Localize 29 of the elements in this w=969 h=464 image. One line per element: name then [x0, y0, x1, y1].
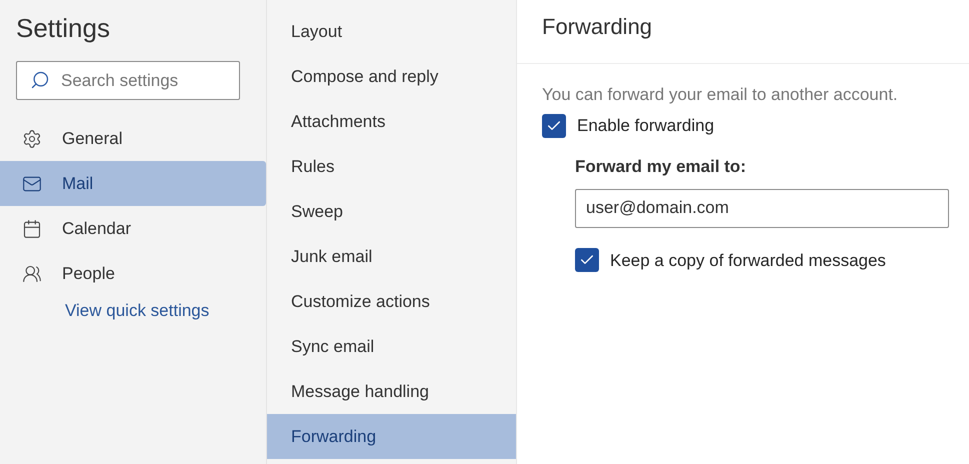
sidebar-item[interactable]: People	[0, 251, 266, 296]
submenu-item[interactable]: Message handling	[267, 369, 516, 414]
submenu-item[interactable]: Rules	[267, 144, 516, 189]
search-icon	[30, 70, 50, 90]
checkbox-label: Enable forwarding	[577, 115, 714, 137]
submenu-item[interactable]: Layout	[267, 9, 516, 54]
checkbox[interactable]	[542, 114, 566, 138]
calendar-icon	[22, 218, 42, 238]
gear-icon	[22, 128, 42, 148]
pane-title: Forwarding	[542, 13, 652, 41]
submenu-item[interactable]: Sweep	[267, 189, 516, 234]
checkbox[interactable]	[575, 248, 599, 272]
sidebar-item[interactable]: General	[0, 116, 266, 161]
sidebar-item[interactable]: Calendar	[0, 206, 266, 251]
submenu-item[interactable]: Customize actions	[267, 279, 516, 324]
sidebar-item[interactable]: Mail	[0, 161, 266, 206]
quick-settings-link[interactable]: View quick settings	[65, 299, 266, 323]
submenu-item[interactable]: Sync email	[267, 324, 516, 369]
description: You can forward your email to another account.	[542, 84, 899, 106]
field-label: Forward my email to:	[575, 156, 747, 178]
submenu-item[interactable]: Compose and reply	[267, 54, 516, 99]
search-field[interactable]: Search settings	[16, 61, 240, 100]
submenu-item[interactable]: Forwarding	[267, 414, 516, 459]
email-field[interactable]: user@domain.com	[575, 188, 949, 228]
submenu-item[interactable]: Junk email	[267, 234, 516, 279]
submenu-item[interactable]: Attachments	[267, 99, 516, 144]
sidebar-title: Settings	[16, 12, 111, 45]
checkbox-label: Keep a copy of forwarded messages	[610, 250, 886, 272]
people-icon	[22, 264, 42, 284]
